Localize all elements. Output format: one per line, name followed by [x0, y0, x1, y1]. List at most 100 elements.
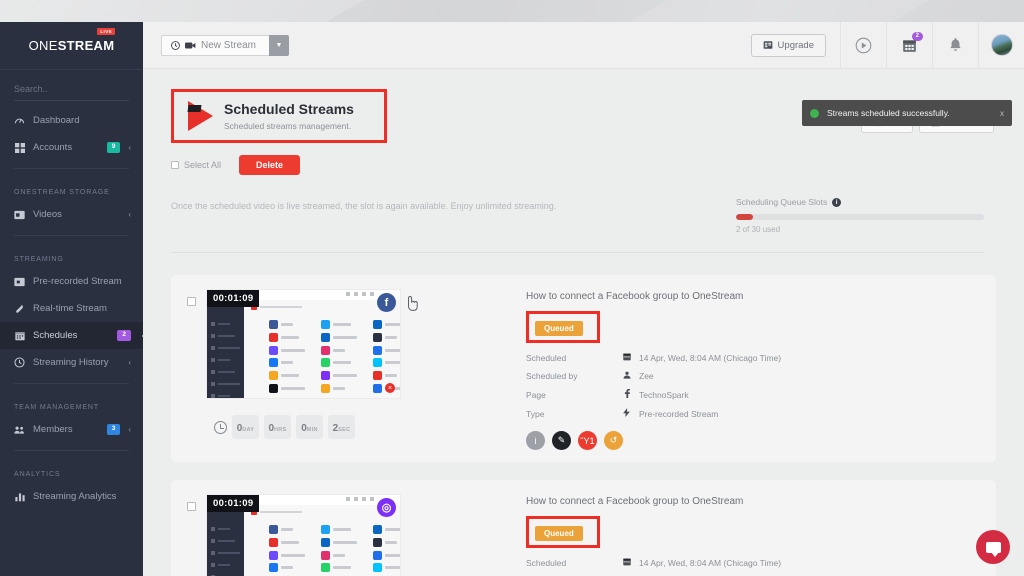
queue-label: Scheduling Queue Slots — [736, 197, 828, 207]
stream-card: × 00:01:09 f 0DAY 0HRS 0MIN 2SEC How to connect… — [171, 275, 996, 462]
select-all-checkbox[interactable] — [171, 161, 179, 169]
toast-message: Streams scheduled successfully. — [827, 108, 950, 118]
nav-divider — [14, 168, 129, 169]
select-all-label: Select All — [184, 160, 222, 170]
bolt-icon — [623, 408, 639, 419]
user-icon — [623, 371, 639, 381]
thumbnail-column: × 00:01:09 f 0DAY 0HRS 0MIN 2SEC — [206, 289, 401, 450]
chevron-left-icon[interactable]: ‹ — [128, 143, 131, 152]
main-content: Scheduled Streams Scheduled streams mana… — [143, 69, 1024, 576]
countdown-unit-label: HRS — [274, 427, 287, 433]
chat-bubble-button[interactable] — [976, 530, 1010, 564]
upgrade-button[interactable]: Upgrade — [750, 33, 826, 57]
onestream-app-window: LIVE ONESTREAM DashboardAccounts9‹ONESTR… — [0, 22, 1024, 576]
delete-button[interactable]: Ὕ1 — [578, 431, 597, 450]
thumbnail-tile-grid-top — [269, 525, 400, 560]
info-icon[interactable]: i — [832, 197, 842, 207]
queue-progress-bar — [736, 214, 984, 220]
scheduled-calendar-button[interactable]: 2 — [886, 22, 932, 69]
platform-instagram-icon: ◎ — [377, 498, 396, 517]
detail-value: TechnoSpark — [639, 389, 689, 400]
card-select-control[interactable] — [185, 289, 206, 450]
card-checkbox[interactable] — [187, 297, 196, 306]
clock-icon — [214, 420, 227, 434]
new-stream-button[interactable]: New Stream — [161, 34, 270, 56]
search-input[interactable] — [14, 80, 129, 101]
chevron-left-icon[interactable]: ‹ — [128, 358, 131, 367]
detail-value: 14 Apr, Wed, 8:04 AM (Chicago Time) — [639, 353, 782, 363]
new-stream-group: New Stream ▼ — [161, 34, 290, 56]
new-stream-dropdown-button[interactable]: ▼ — [269, 34, 290, 56]
chat-icon — [985, 541, 1001, 557]
play-circle-icon — [855, 37, 872, 53]
topbar-right: Upgrade 2 — [750, 22, 1024, 69]
card-select-control[interactable] — [185, 494, 206, 576]
detail-row: Type Pre-recorded Stream — [526, 408, 980, 419]
sidebar-item-pre-recorded-stream[interactable]: Pre-recorded Stream — [0, 268, 143, 295]
detail-key: Scheduled — [526, 353, 567, 363]
stream-title: How to connect a Facebook group to OneSt… — [526, 291, 744, 302]
duration-badge: 00:01:09 — [207, 290, 260, 307]
facebook-icon — [623, 389, 639, 400]
video-icon — [14, 210, 25, 220]
queue-info-row: Once the scheduled video is live streame… — [143, 175, 1024, 234]
countdown-unit-label: SEC — [338, 427, 351, 433]
stream-card: ×00:01:09◎ How to connect a Facebook grou… — [171, 480, 996, 576]
detail-key: Scheduled by — [526, 371, 578, 381]
sidebar-item-streaming-analytics[interactable]: Streaming Analytics — [0, 483, 143, 510]
unlimited-streaming-note: Once the scheduled video is live streame… — [171, 201, 557, 211]
upgrade-label: Upgrade — [777, 39, 814, 51]
sidebar-item-dashboard[interactable]: Dashboard — [0, 107, 143, 134]
info-button[interactable]: i — [526, 431, 545, 450]
bell-icon — [950, 38, 961, 51]
film-icon — [14, 277, 25, 287]
nav-divider — [14, 450, 129, 451]
card-details: How to connect a Facebook group to OneSt… — [401, 494, 980, 576]
stream-thumbnail[interactable]: ×00:01:09◎ — [206, 494, 401, 576]
sidebar-item-label: Pre-recorded Stream — [33, 276, 122, 287]
toast-notification: Streams scheduled successfully. x — [802, 100, 1012, 126]
delete-button[interactable]: Delete — [239, 155, 301, 175]
sidebar-item-schedules[interactable]: Schedules 2 — [0, 322, 150, 349]
sidebar-item-label: Accounts — [33, 142, 73, 153]
close-icon[interactable]: x — [1000, 109, 1004, 118]
select-all-control[interactable]: Select All — [171, 160, 221, 170]
sidebar-item-label: Members — [33, 424, 73, 435]
brand-logo[interactable]: LIVE ONESTREAM — [0, 22, 143, 70]
chevron-left-icon[interactable]: ‹ — [128, 210, 131, 219]
notifications-button[interactable] — [932, 22, 978, 69]
repeat-button[interactable]: ↺ — [604, 431, 623, 450]
calendar-badge: 2 — [911, 31, 923, 41]
countdown-unit: 0MIN — [296, 415, 323, 439]
bulk-actions-row: Select All Delete — [143, 143, 1024, 175]
card-checkbox[interactable] — [187, 502, 196, 511]
detail-row: Scheduled 14 Apr, Wed, 8:04 AM (Chicago T… — [526, 558, 980, 568]
nav-divider — [14, 383, 129, 384]
scheduled-streams-list: × 00:01:09 f 0DAY 0HRS 0MIN 2SEC How to connect… — [143, 253, 1024, 576]
card-details: How to connect a Facebook group to OneSt… — [401, 289, 980, 450]
chevron-left-icon[interactable]: ‹ — [128, 425, 131, 434]
thumbnail-column: ×00:01:09◎ — [206, 494, 401, 576]
onestream-play-icon — [188, 101, 213, 131]
tutorial-play-button[interactable] — [840, 22, 886, 69]
sidebar-item-videos[interactable]: Videos ‹ — [0, 201, 143, 228]
user-avatar-button[interactable] — [978, 22, 1024, 69]
sidebar-item-real-time-stream[interactable]: Real-time Stream — [0, 295, 143, 322]
sidebar-item-members[interactable]: Members 3 ‹ — [0, 416, 143, 443]
edit-button[interactable]: ✎ — [552, 431, 571, 450]
calendar-icon — [623, 558, 639, 568]
sidebar-item-accounts[interactable]: Accounts 9 ‹ — [0, 134, 143, 161]
stream-title: How to connect a Facebook group to OneSt… — [526, 496, 744, 507]
sidebar-item-streaming-history[interactable]: Streaming History ‹ — [0, 349, 143, 376]
thumbnail-tile-grid-bottom — [269, 563, 400, 576]
countdown-unit-label: MIN — [306, 427, 318, 433]
queue-progress-fill — [736, 214, 753, 220]
status-dot-icon — [810, 108, 819, 118]
queue-label-row: Scheduling Queue Slots i — [736, 197, 984, 207]
detail-table: Scheduled 14 Apr, Wed, 8:04 AM (Chicago T… — [526, 558, 980, 568]
sidebar-item-badge: 3 — [106, 424, 121, 435]
detail-key: Page — [526, 389, 546, 400]
history-icon — [14, 357, 25, 368]
avatar — [990, 34, 1013, 56]
stream-thumbnail[interactable]: × 00:01:09 f — [206, 289, 401, 399]
